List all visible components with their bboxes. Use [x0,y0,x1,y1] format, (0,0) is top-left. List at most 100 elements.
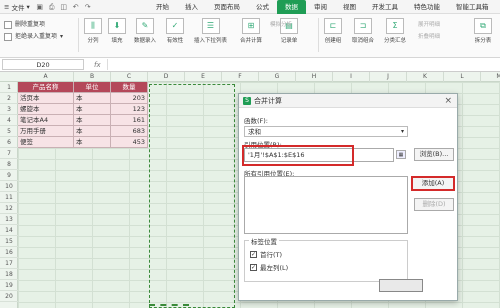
tab-3[interactable]: 公式 [248,0,277,14]
column-header[interactable]: J [370,72,407,82]
table-cell[interactable]: 453 [111,137,148,148]
header-cell[interactable]: 产品名称 [18,82,74,93]
column-header[interactable]: E [185,72,222,82]
row-header[interactable]: 2 [0,93,18,104]
all-references-list[interactable] [244,176,408,234]
row-header[interactable]: 17 [0,258,18,269]
row-header[interactable]: 5 [0,126,18,137]
table-row: 便签本 453 [18,137,148,148]
subtotal-button[interactable]: Σ 分类汇总 [384,18,406,44]
table-cell[interactable]: 螺旋本 [18,104,74,115]
row-header[interactable]: 16 [0,247,18,258]
redo-icon[interactable]: ↷ [84,3,92,11]
row-header[interactable]: 1 [0,82,18,93]
header-cell[interactable]: 数量 [111,82,148,93]
formula-input[interactable] [106,59,500,70]
record-form-label: 记录单 [280,38,298,44]
fx-icon[interactable]: fx [94,61,101,69]
table-cell[interactable]: 683 [111,126,148,137]
row-header[interactable]: 14 [0,225,18,236]
table-row: 笔记本A4 本 161 [18,115,148,126]
column-header[interactable]: H [296,72,333,82]
dropdown-list-icon: ☰ [201,18,220,34]
column-header[interactable]: M [481,72,500,82]
row-header[interactable]: 9 [0,170,18,181]
row-header[interactable]: 11 [0,192,18,203]
row-header[interactable]: 6 [0,137,18,148]
tab-6[interactable]: 视图 [335,0,364,14]
split-column-button[interactable]: ⫼ 分列 [84,18,102,44]
table-cell[interactable]: 活页本 [18,93,74,104]
tab-9[interactable]: 智能工具箱 [448,0,497,14]
collapse-dialog-icon[interactable]: ▦ [396,150,406,159]
row-header[interactable]: 13 [0,214,18,225]
table-cell[interactable]: 本 [74,93,111,104]
ungroup-button[interactable]: ⊐ 取消组合 [352,18,374,44]
column-header[interactable]: L [444,72,481,82]
table-cell[interactable]: 万用手册 [18,126,74,137]
table-cell[interactable]: 本 [74,104,111,115]
column-header[interactable]: I [333,72,370,82]
tab-0[interactable]: 开始 [148,0,177,14]
data-entry-button[interactable]: ✎ 数据录入 [134,18,156,44]
close-icon[interactable]: × [444,96,452,106]
add-button[interactable]: 添加(A) [411,176,455,191]
column-header[interactable]: A [18,72,74,82]
split-table-button[interactable]: ⧉ 拆分表 [474,18,492,44]
ok-button[interactable] [379,279,423,292]
table-cell[interactable]: 本 [74,126,111,137]
row-header[interactable]: 18 [0,269,18,280]
column-header[interactable]: D [148,72,185,82]
column-header[interactable]: G [259,72,296,82]
consolidate-button[interactable]: ⊞ 合并计算 [240,18,262,44]
header-cell[interactable]: 单位 [74,82,111,93]
table-cell[interactable]: 123 [111,104,148,115]
reject-duplicates-button[interactable]: 拒绝录入重复项 ▾ [4,31,63,43]
left-column-checkbox[interactable]: ✓ 最左列(L) [250,262,288,272]
file-menu[interactable]: ≡ 文件 ▾ [0,2,34,12]
fill-button[interactable]: ⬇ 填充 [108,18,126,44]
save-icon[interactable]: ▣ [36,3,44,11]
insert-dropdown-button[interactable]: ☰ 插入下拉列表 [194,18,227,44]
row-header[interactable]: 4 [0,115,18,126]
row-header[interactable]: 19 [0,280,18,291]
first-row-checkbox[interactable]: ✓ 首行(T) [250,249,282,259]
table-cell[interactable]: 161 [111,115,148,126]
tab-4[interactable]: 数据 [277,0,306,14]
row-header[interactable]: 15 [0,236,18,247]
row-header[interactable]: 3 [0,104,18,115]
tab-2[interactable]: 页面布局 [206,0,248,14]
create-group-button[interactable]: ⊏ 创建组 [324,18,342,44]
tab-7[interactable]: 开发工具 [364,0,406,14]
dialog-titlebar[interactable]: S 合并计算 [239,94,457,108]
print-icon[interactable]: ⎙ [48,3,56,11]
column-header[interactable]: F [222,72,259,82]
table-cell[interactable]: 笔记本A4 [18,115,74,126]
row-header[interactable]: 20 [0,291,18,302]
preview-icon[interactable]: ◫ [60,3,68,11]
row-header[interactable]: 12 [0,203,18,214]
browse-button[interactable]: 浏览(B)... [414,148,454,161]
table-cell[interactable]: 便签 [18,137,74,148]
name-box[interactable]: D20 [2,59,84,70]
row-header[interactable]: 8 [0,159,18,170]
tab-1[interactable]: 插入 [177,0,206,14]
column-header[interactable]: B [74,72,111,82]
tab-5[interactable]: 审阅 [306,0,335,14]
validation-button[interactable]: ✓ 有效性 [166,18,184,44]
table-cell[interactable]: 本 [74,137,111,148]
expand-detail-button[interactable]: 展开明细 [418,20,440,28]
collapse-detail-button[interactable]: 折叠明细 [418,32,440,40]
function-select[interactable]: 求和 ▾ [244,126,408,137]
tab-8[interactable]: 特色功能 [406,0,448,14]
table-cell[interactable]: 203 [111,93,148,104]
column-header[interactable]: C [111,72,148,82]
column-header[interactable]: K [407,72,444,82]
undo-icon[interactable]: ↶ [72,3,80,11]
delete-button[interactable]: 删除(D) [414,198,454,211]
table-cell[interactable]: 本 [74,115,111,126]
remove-duplicates-button[interactable]: 删除重复项 [4,19,63,31]
what-if-analysis-button[interactable]: 模拟分析 [270,20,292,28]
row-header[interactable]: 7 [0,148,18,159]
row-header[interactable]: 10 [0,181,18,192]
